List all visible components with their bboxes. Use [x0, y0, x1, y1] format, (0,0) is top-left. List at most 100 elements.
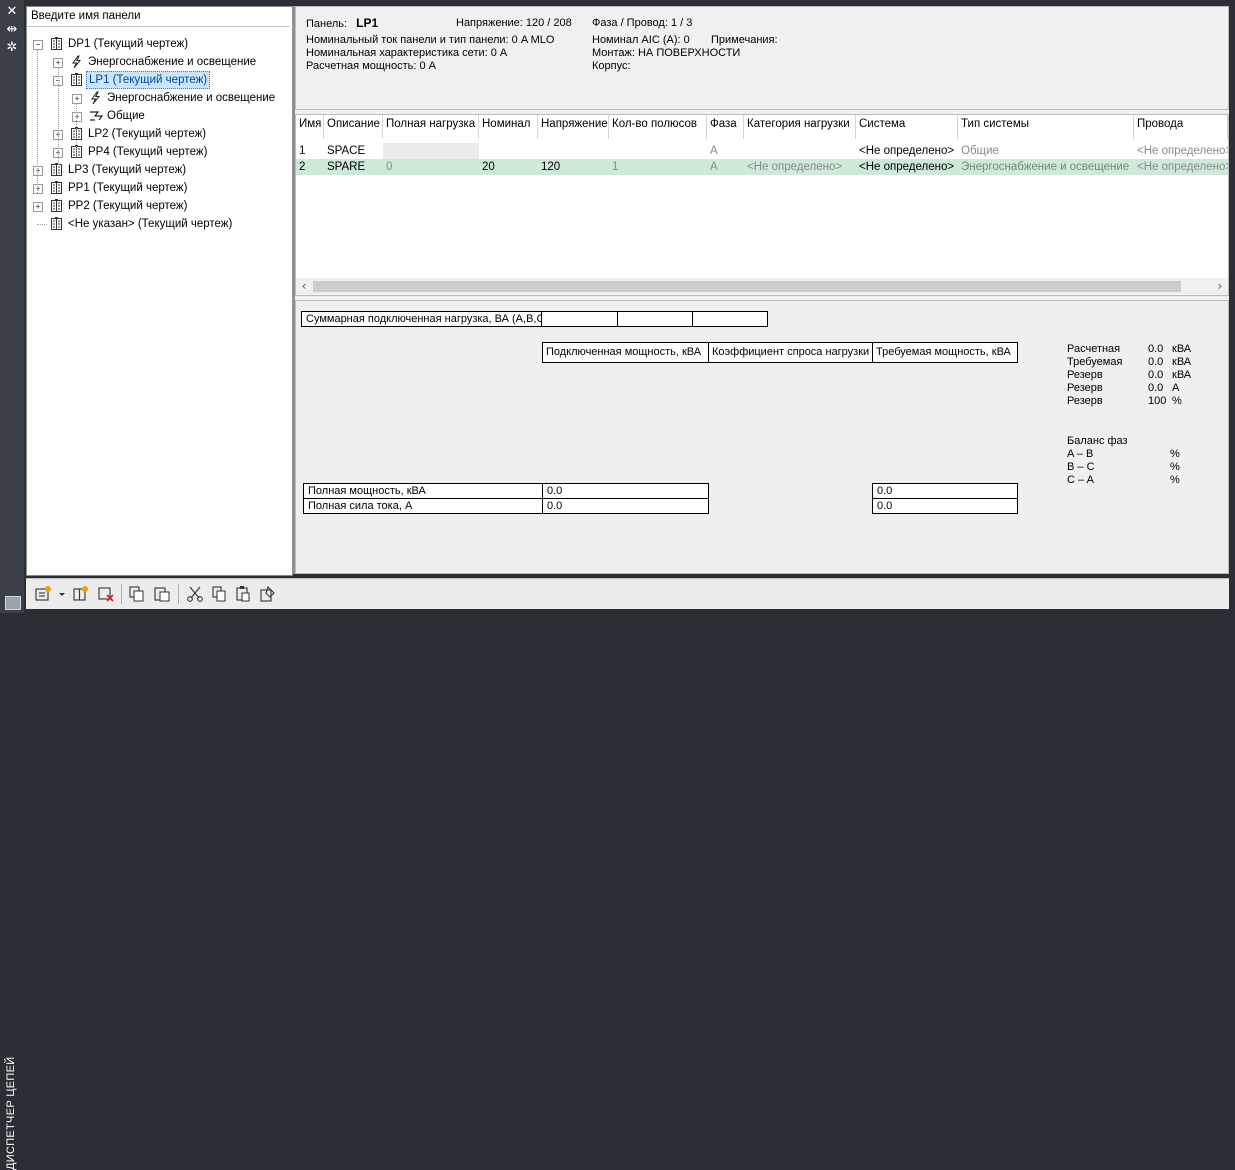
panel-notes: Примечания:	[711, 34, 778, 46]
table-cell[interactable]	[479, 143, 538, 159]
panel-search-input[interactable]: Введите имя панели	[27, 7, 290, 27]
table-cell[interactable]: <Не определено>	[1134, 159, 1228, 175]
table-cell[interactable]: <Не определено>	[1134, 143, 1228, 159]
lightning-icon	[89, 91, 102, 105]
tree-node[interactable]: + PP4 (Текущий чертеж)	[27, 143, 292, 161]
pin-icon[interactable]: ⇹	[4, 23, 20, 37]
panel-icon	[50, 217, 63, 231]
table-row[interactable]: 2 SPARE 0 20 120 1 A <Не определено> <Не определ…	[296, 159, 1228, 175]
palette-strip: ✕ ⇹ ✲ ДИСПЕТЧЕР ЦЕПЕЙ	[0, 0, 24, 1170]
col-required-power: Требуемая мощность, кВА	[872, 342, 1018, 363]
column-header[interactable]: Категория нагрузки	[744, 115, 856, 139]
table-cell[interactable]	[744, 143, 856, 159]
tree-node[interactable]: − DP1 (Текущий чертеж)	[27, 35, 292, 53]
panel-aic: Номинал AIC (A): 0	[592, 34, 690, 46]
stat-value: 0.0	[1148, 356, 1164, 368]
expand-icon[interactable]: +	[33, 166, 43, 176]
tree-node-text[interactable]: Энергоснабжение и освещение	[105, 89, 277, 107]
tree-node[interactable]: <Не указан> (Текущий чертеж)	[27, 215, 292, 233]
tree-node-text[interactable]: Общие	[105, 107, 147, 125]
stat-value: 0.0	[1148, 369, 1164, 381]
table-cell[interactable]: 1	[296, 143, 324, 159]
table-cell[interactable]: A	[707, 159, 744, 175]
copy-icon[interactable]	[210, 585, 228, 603]
grid-header: Имя Описание Полная нагрузка Номинал Напряже…	[296, 115, 1228, 139]
tree-node[interactable]: + PP1 (Текущий чертеж)	[27, 179, 292, 197]
selected-tree-node[interactable]: LP1 (Текущий чертеж)	[86, 71, 211, 89]
stat-label: Требуемая	[1067, 356, 1123, 368]
table-cell[interactable]: 2	[296, 159, 324, 175]
stat-unit: кВА	[1172, 343, 1192, 355]
column-header[interactable]: Провода	[1134, 115, 1228, 139]
table-cell[interactable]: <Не определено>	[856, 159, 958, 175]
balance-unit: %	[1170, 448, 1180, 460]
table-cell[interactable]	[538, 143, 609, 159]
tree-node[interactable]: + LP2 (Текущий чертеж)	[27, 125, 292, 143]
tree-node[interactable]: + LP3 (Текущий чертеж)	[27, 161, 292, 179]
column-header[interactable]: Система	[856, 115, 958, 139]
column-header[interactable]: Имя	[296, 115, 324, 139]
tree-node-label: PP1 (Текущий чертеж)	[68, 182, 188, 194]
column-header[interactable]: Полная нагрузка	[383, 115, 479, 139]
scroll-thumb[interactable]	[313, 281, 1181, 292]
settings-icon[interactable]: ✲	[4, 41, 20, 55]
table-cell[interactable]: 120	[538, 159, 609, 175]
tree-node-text[interactable]: PP2 (Текущий чертеж)	[66, 197, 189, 215]
tree-node[interactable]: + Энергоснабжение и освещение	[27, 53, 292, 71]
tree-node[interactable]: + PP2 (Текущий чертеж)	[27, 197, 292, 215]
table-cell[interactable]: 20	[479, 159, 538, 175]
expand-icon[interactable]: +	[72, 112, 82, 122]
table-cell[interactable]: Энергоснабжение и освещение	[958, 159, 1134, 175]
collapse-icon[interactable]: −	[33, 40, 43, 50]
paste-panel-icon[interactable]	[153, 585, 171, 603]
panel-phase-wire: Фаза / Провод: 1 / 3	[592, 17, 693, 29]
panel-details: Панель: LP1 Напряжение: 120 / 208 Фаза /…	[295, 6, 1229, 574]
delete-icon[interactable]	[97, 585, 115, 603]
tree-node[interactable]: + Энергоснабжение и освещение	[27, 89, 292, 107]
total-power-label: Полная мощность, кВА	[303, 483, 543, 499]
column-header[interactable]: Кол-во полюсов	[609, 115, 707, 139]
tree-node-text[interactable]: LP3 (Текущий чертеж)	[66, 161, 188, 179]
tree-node-text[interactable]: DP1 (Текущий чертеж)	[66, 35, 190, 53]
column-header[interactable]: Тип системы	[958, 115, 1134, 139]
paste-icon[interactable]	[234, 585, 252, 603]
tree-node[interactable]: − LP1 (Текущий чертеж)	[27, 71, 292, 89]
table-cell[interactable]: 1	[609, 159, 707, 175]
tree-node-text[interactable]: <Не указан> (Текущий чертеж)	[66, 215, 234, 233]
expand-icon[interactable]: +	[33, 184, 43, 194]
expand-icon[interactable]: +	[33, 202, 43, 212]
table-cell[interactable]: <Не определено>	[856, 143, 958, 159]
tree-node-text[interactable]: PP1 (Текущий чертеж)	[66, 179, 189, 197]
tree-node-text[interactable]: LP2 (Текущий чертеж)	[86, 125, 208, 143]
table-cell[interactable]	[383, 143, 479, 159]
table-cell[interactable]: A	[707, 143, 744, 159]
column-header[interactable]: Фаза	[707, 115, 744, 139]
tree-node-text[interactable]: Энергоснабжение и освещение	[86, 53, 258, 71]
column-header[interactable]: Описание	[324, 115, 383, 139]
scroll-right-icon[interactable]: ›	[1212, 278, 1228, 295]
scroll-left-icon[interactable]: ‹	[296, 278, 312, 295]
expand-icon[interactable]: +	[72, 94, 82, 104]
column-header[interactable]: Напряжение	[538, 115, 609, 139]
panel-icon	[50, 163, 63, 177]
table-cell[interactable]: 0	[383, 159, 479, 175]
new-panel-icon[interactable]	[34, 585, 52, 603]
table-cell[interactable]: SPACE	[324, 143, 383, 159]
properties-icon[interactable]	[258, 585, 276, 603]
copy-panel-icon[interactable]	[128, 585, 146, 603]
tree-node[interactable]: + Общие	[27, 107, 292, 125]
phase-balance-title: Баланс фаз	[1067, 435, 1128, 447]
new-circuit-icon[interactable]	[71, 585, 89, 603]
column-header[interactable]: Номинал	[479, 115, 538, 139]
table-cell[interactable]: Общие	[958, 143, 1134, 159]
tree-node-label: PP4 (Текущий чертеж)	[88, 146, 208, 158]
table-cell[interactable]: SPARE	[324, 159, 383, 175]
horizontal-scrollbar[interactable]: ‹ ›	[296, 278, 1228, 295]
close-icon[interactable]: ✕	[4, 5, 20, 19]
table-cell[interactable]: <Не определено>	[744, 159, 856, 175]
tree-node-text[interactable]: PP4 (Текущий чертеж)	[86, 143, 209, 161]
table-cell[interactable]	[609, 143, 707, 159]
cut-icon[interactable]	[186, 585, 204, 603]
panel-info: Панель: LP1 Напряжение: 120 / 208 Фаза /…	[295, 6, 1229, 110]
table-row[interactable]: 1 SPACE A <Не определено> Общие <Не определен…	[296, 143, 1228, 159]
